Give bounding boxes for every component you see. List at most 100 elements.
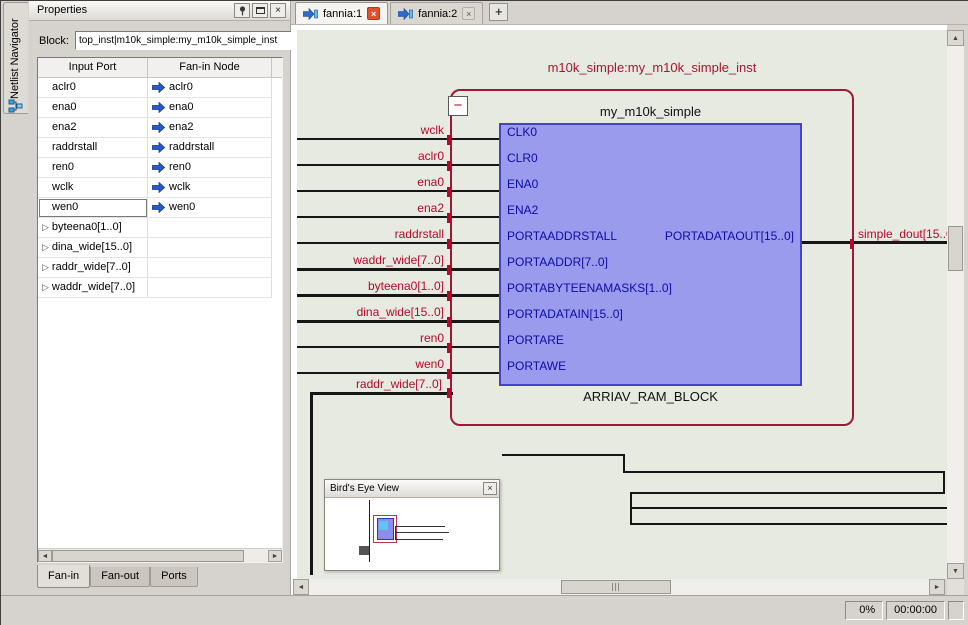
- input-port-cell[interactable]: ▷byteena0[1..0]: [38, 218, 148, 238]
- doc-tab-fannia-1[interactable]: fannia:1 ×: [295, 2, 388, 24]
- input-port-label: byteena0[1..0]: [52, 221, 122, 233]
- signal-label[interactable]: ren0: [297, 331, 444, 345]
- fanin-node-cell[interactable]: ren0: [148, 158, 272, 178]
- route-wire[interactable]: [630, 492, 945, 494]
- column-header-input-port[interactable]: Input Port: [38, 58, 148, 78]
- input-port-cell[interactable]: wclk: [38, 178, 148, 198]
- route-wire[interactable]: [630, 507, 947, 509]
- input-wire[interactable]: [297, 372, 499, 374]
- expand-icon[interactable]: ▷: [42, 262, 49, 272]
- input-wire[interactable]: [297, 320, 499, 323]
- fanin-node-cell[interactable]: wen0: [148, 198, 272, 218]
- expand-icon[interactable]: ▷: [42, 242, 49, 252]
- column-header-fanin-node[interactable]: Fan-in Node: [148, 58, 272, 78]
- scroll-left-button[interactable]: ◄: [293, 579, 309, 595]
- table-row[interactable]: ▷waddr_wide[7..0]: [38, 278, 282, 298]
- birds-eye-view[interactable]: Bird's Eye View ×: [324, 479, 500, 571]
- route-wire[interactable]: [943, 471, 945, 494]
- canvas-vscrollbar[interactable]: ▲ ▼: [947, 30, 964, 579]
- input-wire[interactable]: [297, 138, 499, 140]
- signal-label[interactable]: simple_dout[15..0]: [858, 227, 947, 241]
- signal-label[interactable]: wen0: [297, 357, 444, 371]
- scroll-right-button[interactable]: ►: [929, 579, 945, 595]
- table-row[interactable]: ena0ena0: [38, 98, 282, 118]
- input-port-cell[interactable]: ▷waddr_wide[7..0]: [38, 278, 148, 298]
- signal-label[interactable]: waddr_wide[7..0]: [297, 253, 444, 267]
- port-tick: [447, 369, 451, 379]
- signal-label[interactable]: raddr_wide[7..0]: [297, 377, 442, 391]
- table-row[interactable]: ren0ren0: [38, 158, 282, 178]
- expand-icon[interactable]: ▷: [42, 222, 49, 232]
- panel-tab-fan-in[interactable]: Fan-in: [37, 565, 90, 588]
- fanin-node-cell[interactable]: ena0: [148, 98, 272, 118]
- scroll-left-button[interactable]: ◄: [38, 550, 52, 562]
- vscroll-thumb[interactable]: [948, 226, 963, 271]
- route-wire[interactable]: [310, 392, 313, 575]
- fanin-node-icon: [152, 102, 165, 113]
- close-tab-icon[interactable]: ×: [367, 7, 380, 20]
- signal-label[interactable]: byteena0[1..0]: [297, 279, 444, 293]
- input-port-cell[interactable]: ena0: [38, 98, 148, 118]
- close-tab-icon[interactable]: ×: [462, 7, 475, 20]
- block-input[interactable]: [75, 31, 313, 50]
- table-row[interactable]: raddrstallraddrstall: [38, 138, 282, 158]
- route-wire[interactable]: [630, 523, 947, 525]
- panel-tab-fan-out[interactable]: Fan-out: [90, 567, 150, 587]
- scroll-up-button[interactable]: ▲: [947, 30, 964, 46]
- doc-tab-label: fannia:1: [323, 8, 362, 20]
- fanin-node-cell[interactable]: aclr0: [148, 78, 272, 98]
- input-wire[interactable]: [297, 164, 499, 166]
- route-wire[interactable]: [502, 454, 625, 456]
- signal-label[interactable]: wclk: [297, 123, 444, 137]
- panel-tab-ports[interactable]: Ports: [150, 567, 198, 587]
- table-row[interactable]: ▷byteena0[1..0]: [38, 218, 282, 238]
- signal-label[interactable]: ena2: [297, 201, 444, 215]
- input-wire[interactable]: [297, 268, 499, 271]
- input-port-cell[interactable]: ena2: [38, 118, 148, 138]
- input-wire[interactable]: [297, 216, 499, 218]
- fanin-node-cell[interactable]: ena2: [148, 118, 272, 138]
- table-row[interactable]: aclr0aclr0: [38, 78, 282, 98]
- table-row[interactable]: ▷dina_wide[15..0]: [38, 238, 282, 258]
- output-wire[interactable]: [802, 241, 947, 244]
- fanin-node-cell[interactable]: raddrstall: [148, 138, 272, 158]
- birds-eye-minimap[interactable]: [325, 498, 499, 570]
- signal-label[interactable]: aclr0: [297, 149, 444, 163]
- input-wire[interactable]: [297, 346, 499, 348]
- signal-label[interactable]: raddrstall: [297, 227, 444, 241]
- table-row[interactable]: wen0wen0: [38, 198, 282, 218]
- close-icon[interactable]: ×: [483, 482, 497, 495]
- scroll-right-button[interactable]: ►: [268, 550, 282, 562]
- table-hscroll-thumb[interactable]: [52, 550, 244, 562]
- route-wire[interactable]: [623, 471, 945, 473]
- input-port-cell[interactable]: ▷raddr_wide[7..0]: [38, 258, 148, 278]
- schematic-canvas[interactable]: m10k_simple:my_m10k_simple_inst − my_m10…: [297, 30, 947, 579]
- input-port-cell[interactable]: raddrstall: [38, 138, 148, 158]
- input-wire[interactable]: [297, 242, 499, 244]
- input-port-cell[interactable]: aclr0: [38, 78, 148, 98]
- canvas-hscrollbar[interactable]: ◄ ►: [293, 579, 945, 595]
- hscroll-thumb[interactable]: [561, 580, 671, 594]
- input-port-cell[interactable]: ▷dina_wide[15..0]: [38, 238, 148, 258]
- doc-tab-fannia-2[interactable]: fannia:2×: [390, 2, 483, 24]
- close-panel-button[interactable]: ×: [270, 3, 286, 18]
- float-button[interactable]: [252, 3, 268, 18]
- input-port-cell[interactable]: ren0: [38, 158, 148, 178]
- scroll-down-button[interactable]: ▼: [947, 563, 964, 579]
- input-wire[interactable]: [310, 392, 453, 395]
- table-row[interactable]: ▷raddr_wide[7..0]: [38, 258, 282, 278]
- new-tab-button[interactable]: +: [489, 3, 508, 21]
- collapse-button[interactable]: −: [448, 96, 468, 116]
- table-row[interactable]: wclkwclk: [38, 178, 282, 198]
- pin-button[interactable]: [234, 3, 250, 18]
- table-hscrollbar[interactable]: ◄ ►: [38, 548, 282, 562]
- input-wire[interactable]: [297, 190, 499, 192]
- signal-label[interactable]: dina_wide[15..0]: [297, 305, 444, 319]
- expand-icon[interactable]: ▷: [42, 282, 49, 292]
- netlist-navigator-tab[interactable]: Netlist Navigator: [3, 2, 28, 114]
- fanin-node-cell[interactable]: wclk: [148, 178, 272, 198]
- input-wire[interactable]: [297, 294, 499, 297]
- input-port-cell[interactable]: wen0: [38, 198, 148, 218]
- signal-label[interactable]: ena0: [297, 175, 444, 189]
- table-row[interactable]: ena2ena2: [38, 118, 282, 138]
